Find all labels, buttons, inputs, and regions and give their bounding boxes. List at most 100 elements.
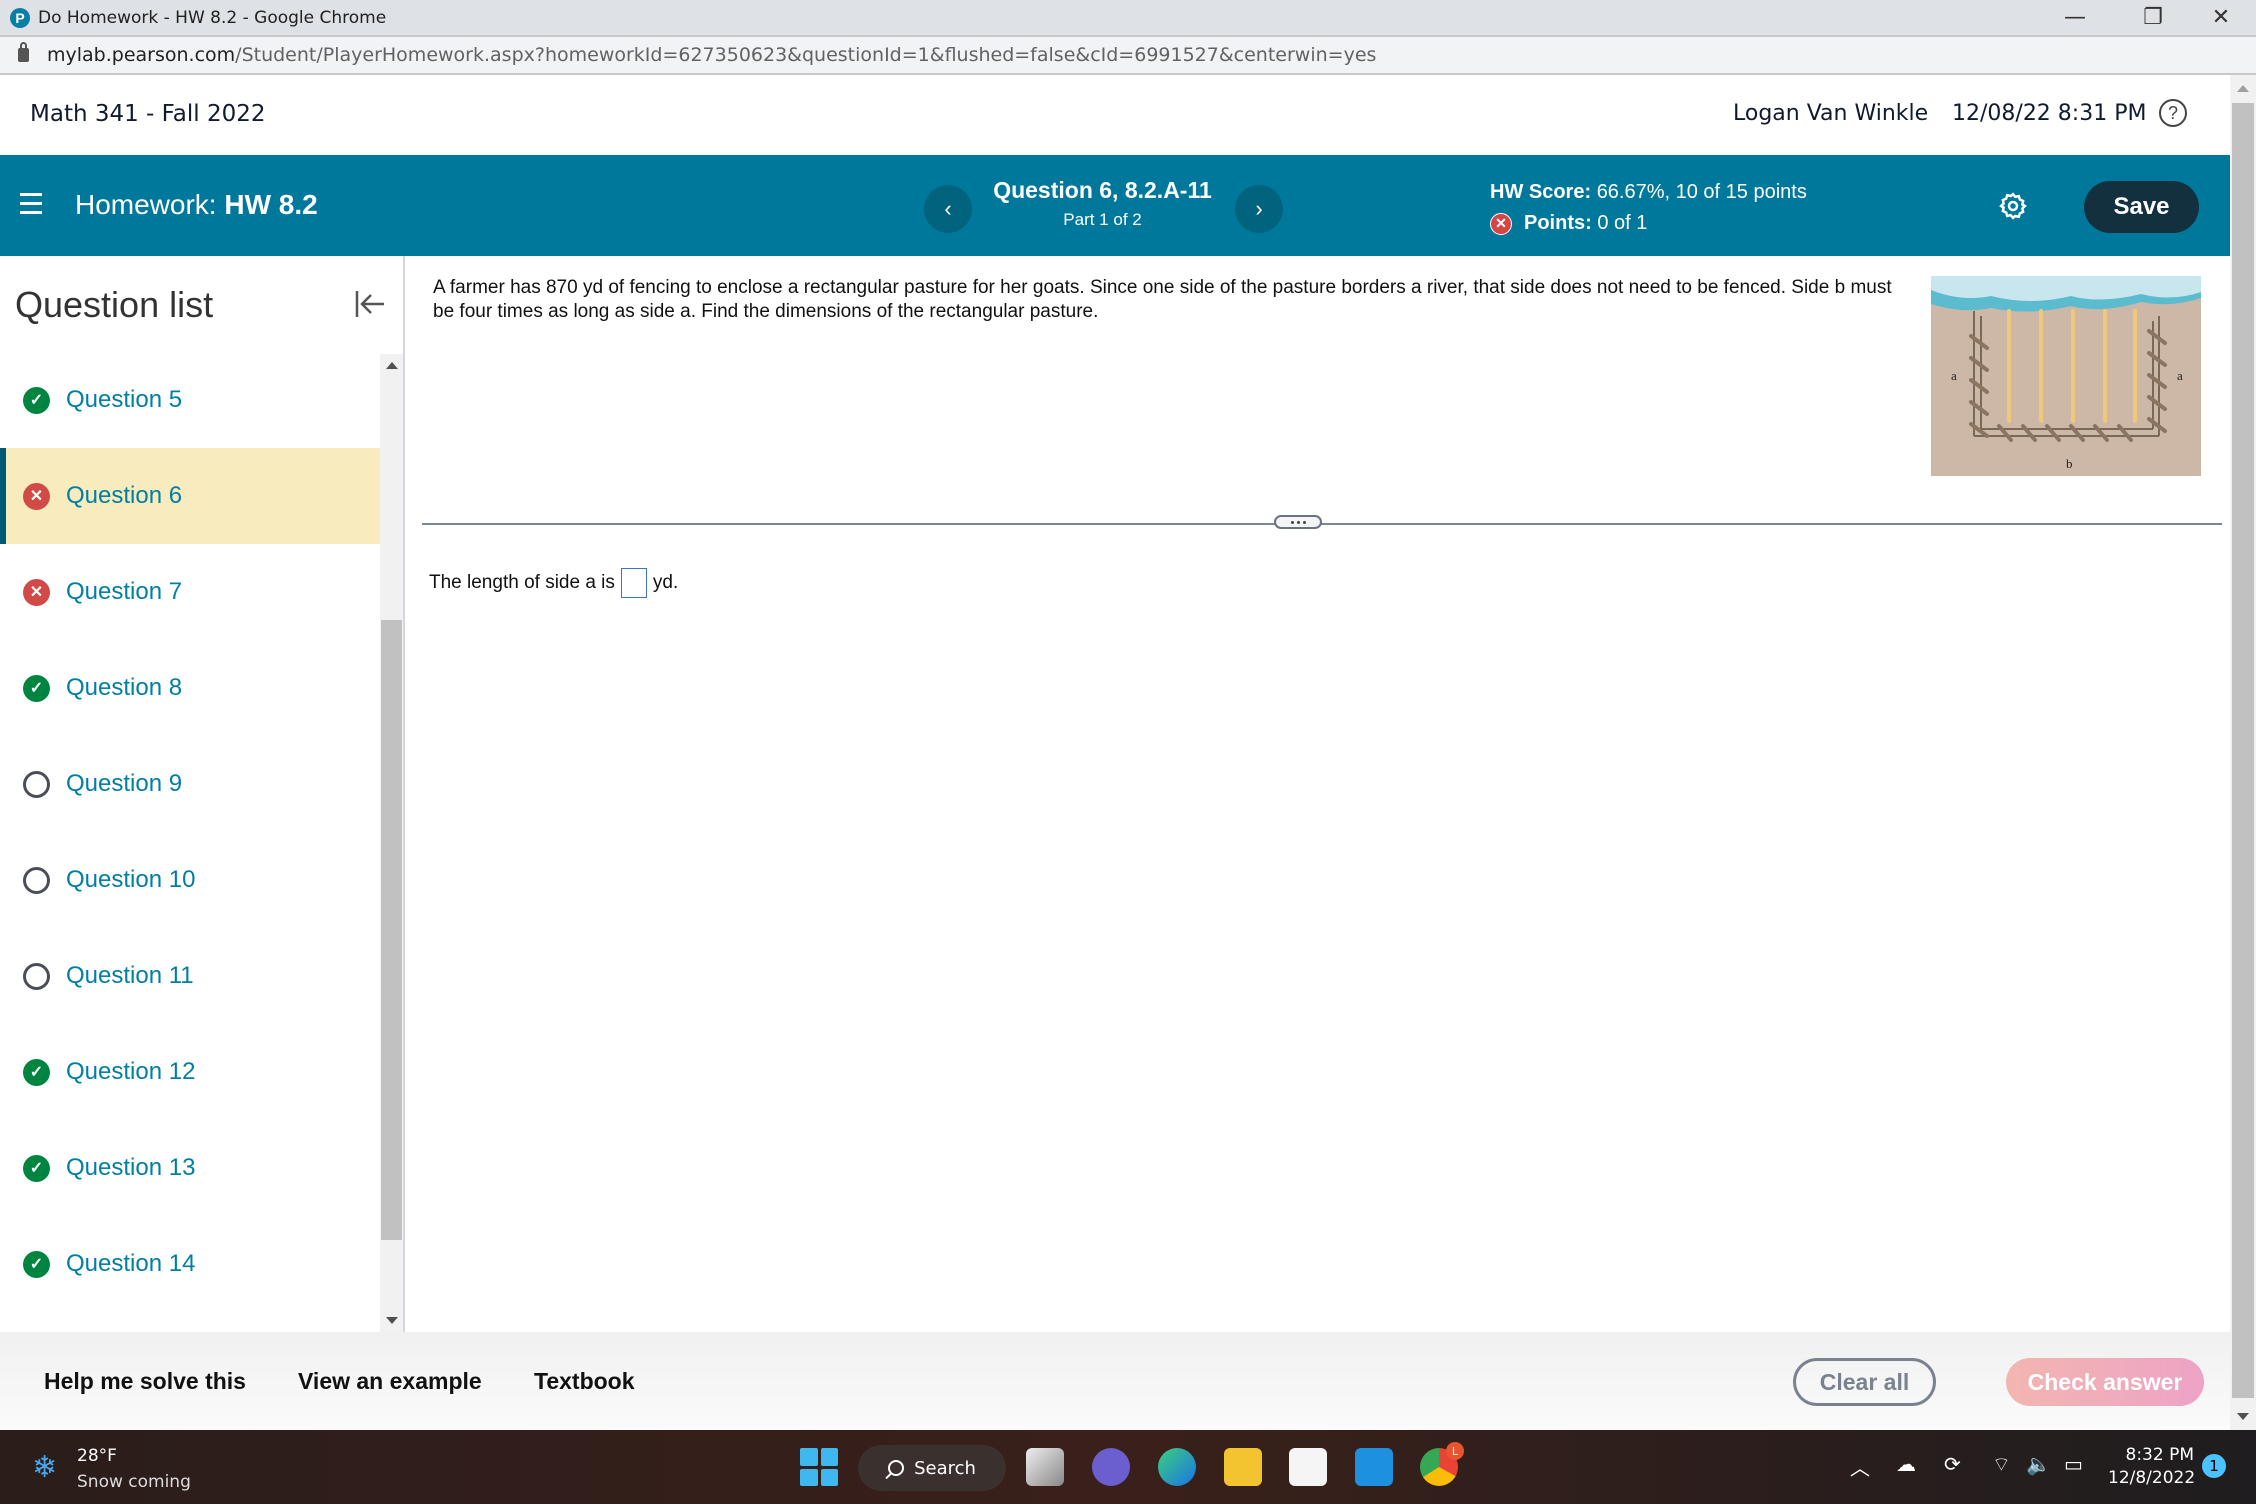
question-title: Question 6, 8.2.A-11 (993, 177, 1212, 203)
sync-icon[interactable]: ⟳ (1944, 1452, 1961, 1476)
unanswered-circle-icon (23, 962, 50, 990)
unanswered-circle-icon (23, 770, 50, 798)
hamburger-menu-icon[interactable] (20, 193, 42, 215)
search-icon (888, 1460, 905, 1476)
collapse-panel-icon[interactable] (352, 286, 388, 322)
question-list-item[interactable]: ✓ Question 8 (0, 640, 380, 736)
question-list-item[interactable]: Question 10 (0, 832, 380, 928)
question-list-scrollbar[interactable] (380, 354, 403, 1332)
hw-score-label: HW Score: (1490, 181, 1592, 203)
previous-question-button[interactable]: ‹ (924, 185, 972, 233)
check-answer-button[interactable]: Check answer (2006, 1358, 2204, 1406)
question-list-item-active[interactable]: ✕ Question 6 (0, 448, 380, 544)
question-list-item[interactable]: ✓ Question 12 (0, 1024, 380, 1120)
homework-label: Homework: (75, 189, 217, 220)
scrollbar-thumb[interactable] (2232, 103, 2254, 1398)
scroll-down-arrow-icon[interactable] (2237, 1413, 2249, 1420)
incorrect-icon: ✕ (1490, 212, 1512, 235)
battery-icon[interactable]: ▭ (2064, 1452, 2083, 1476)
question-list-item[interactable]: ✕ Question 7 (0, 544, 380, 640)
score-panel: HW Score: 66.67%, 10 of 15 points ✕ Poin… (1490, 181, 1807, 235)
scrollbar-thumb[interactable] (381, 620, 402, 1240)
side-a-answer-input[interactable] (620, 568, 647, 598)
question-link[interactable]: Question 7 (66, 578, 182, 606)
question-link[interactable]: Question 6 (66, 482, 182, 510)
question-link[interactable]: Question 11 (66, 962, 194, 990)
course-header: Math 341 - Fall 2022 Logan Van Winkle 12… (0, 75, 2230, 155)
teams-chat-icon[interactable] (1092, 1448, 1130, 1486)
taskbar-search-button[interactable]: Search (858, 1445, 1006, 1491)
task-view-icon[interactable] (1026, 1448, 1064, 1486)
snowflake-weather-icon[interactable]: ❄ (32, 1450, 57, 1485)
minimize-button[interactable]: — (2040, 0, 2110, 35)
taskbar-clock[interactable]: 8:32 PM 12/8/2022 (2108, 1444, 2196, 1490)
microsoft-store-icon[interactable] (1289, 1448, 1327, 1486)
wifi-icon[interactable]: ⌔ (1992, 1452, 2011, 1477)
windows-taskbar: ❄ 28°F Snow coming Search L ︿ ☁ ⟳ ⌔ 🔈 ▭ … (0, 1430, 2256, 1504)
browser-title-bar: P Do Homework - HW 8.2 - Google Chrome (0, 0, 2256, 35)
scroll-down-arrow-icon[interactable] (386, 1317, 398, 1324)
section-divider (422, 523, 2222, 525)
question-list-item[interactable]: Question 11 (0, 928, 380, 1024)
edge-browser-icon[interactable] (1158, 1448, 1196, 1486)
url-host: mylab.pearson.com (47, 44, 236, 66)
help-icon[interactable]: ? (2159, 99, 2187, 127)
weather-temperature[interactable]: 28°F (77, 1446, 117, 1466)
question-list-item[interactable]: Question 9 (0, 736, 380, 832)
file-explorer-icon[interactable] (1224, 1448, 1262, 1486)
clock-date: 12/8/2022 (2108, 1468, 2196, 1488)
close-window-button[interactable]: ✕ (2186, 0, 2256, 35)
question-part: Part 1 of 2 (1063, 210, 1142, 229)
scroll-up-arrow-icon[interactable] (2237, 85, 2249, 92)
mail-icon[interactable] (1355, 1448, 1393, 1486)
user-name: Logan Van Winkle (1733, 101, 1929, 126)
current-datetime: 12/08/22 8:31 PM (1952, 101, 2147, 126)
help-me-solve-this-button[interactable]: Help me solve this (44, 1368, 246, 1395)
correct-check-icon: ✓ (23, 674, 50, 702)
page-scrollbar[interactable] (2230, 75, 2256, 1430)
question-list-item[interactable]: ✓ Question 13 (0, 1120, 380, 1216)
volume-icon[interactable]: 🔈 (2026, 1452, 2051, 1476)
question-link[interactable]: Question 14 (66, 1250, 195, 1278)
correct-check-icon: ✓ (23, 1154, 50, 1182)
textbook-button[interactable]: Textbook (534, 1368, 635, 1395)
clock-time: 8:32 PM (2125, 1445, 2195, 1465)
question-link[interactable]: Question 13 (66, 1154, 195, 1182)
view-an-example-button[interactable]: View an example (298, 1368, 482, 1395)
question-list: ✓ Question 5 ✕ Question 6 ✕ Question 7 ✓… (0, 352, 380, 1332)
pasture-figure: a a b (1931, 276, 2201, 476)
homework-title: Homework: HW 8.2 (75, 189, 318, 221)
question-link[interactable]: Question 8 (66, 674, 182, 702)
points-label: Points: (1524, 212, 1592, 234)
question-list-item[interactable]: ✓ Question 14 (0, 1216, 380, 1312)
onedrive-cloud-icon[interactable]: ☁ (1896, 1452, 1916, 1476)
correct-check-icon: ✓ (23, 1058, 50, 1086)
correct-check-icon: ✓ (23, 386, 50, 414)
points-value: 0 of 1 (1597, 212, 1648, 234)
question-list-item[interactable]: ✓ Question 5 (0, 352, 380, 448)
weather-description[interactable]: Snow coming (77, 1472, 191, 1492)
show-hidden-icons-chevron-icon[interactable]: ︿ (1850, 1452, 1870, 1481)
restore-button[interactable]: ❐ (2118, 0, 2188, 35)
next-question-button[interactable]: › (1235, 185, 1283, 233)
homework-name: HW 8.2 (224, 189, 318, 220)
address-bar[interactable]: mylab.pearson.com/Student/PlayerHomework… (0, 35, 2256, 75)
question-link[interactable]: Question 10 (66, 866, 195, 894)
settings-gear-icon[interactable] (1998, 191, 2028, 221)
hw-score: HW Score: 66.67%, 10 of 15 points (1490, 181, 1807, 204)
divider-expand-handle[interactable] (1274, 515, 1322, 529)
notification-count-badge[interactable]: 1 (2202, 1454, 2226, 1478)
windows-start-icon[interactable] (800, 1448, 838, 1486)
clear-all-button[interactable]: Clear all (1793, 1358, 1936, 1406)
question-content: A farmer has 870 yd of fencing to enclos… (407, 256, 2230, 1332)
lock-icon[interactable] (18, 42, 29, 62)
question-link[interactable]: Question 12 (66, 1058, 195, 1086)
pearson-favicon-icon: P (10, 7, 30, 28)
question-link[interactable]: Question 9 (66, 770, 182, 798)
scroll-up-arrow-icon[interactable] (386, 362, 398, 369)
save-button[interactable]: Save (2084, 181, 2199, 233)
url-text[interactable]: mylab.pearson.com/Student/PlayerHomework… (47, 44, 1376, 66)
correct-check-icon: ✓ (23, 1250, 50, 1278)
chrome-browser-icon[interactable]: L (1420, 1442, 1464, 1486)
question-link[interactable]: Question 5 (66, 386, 182, 414)
